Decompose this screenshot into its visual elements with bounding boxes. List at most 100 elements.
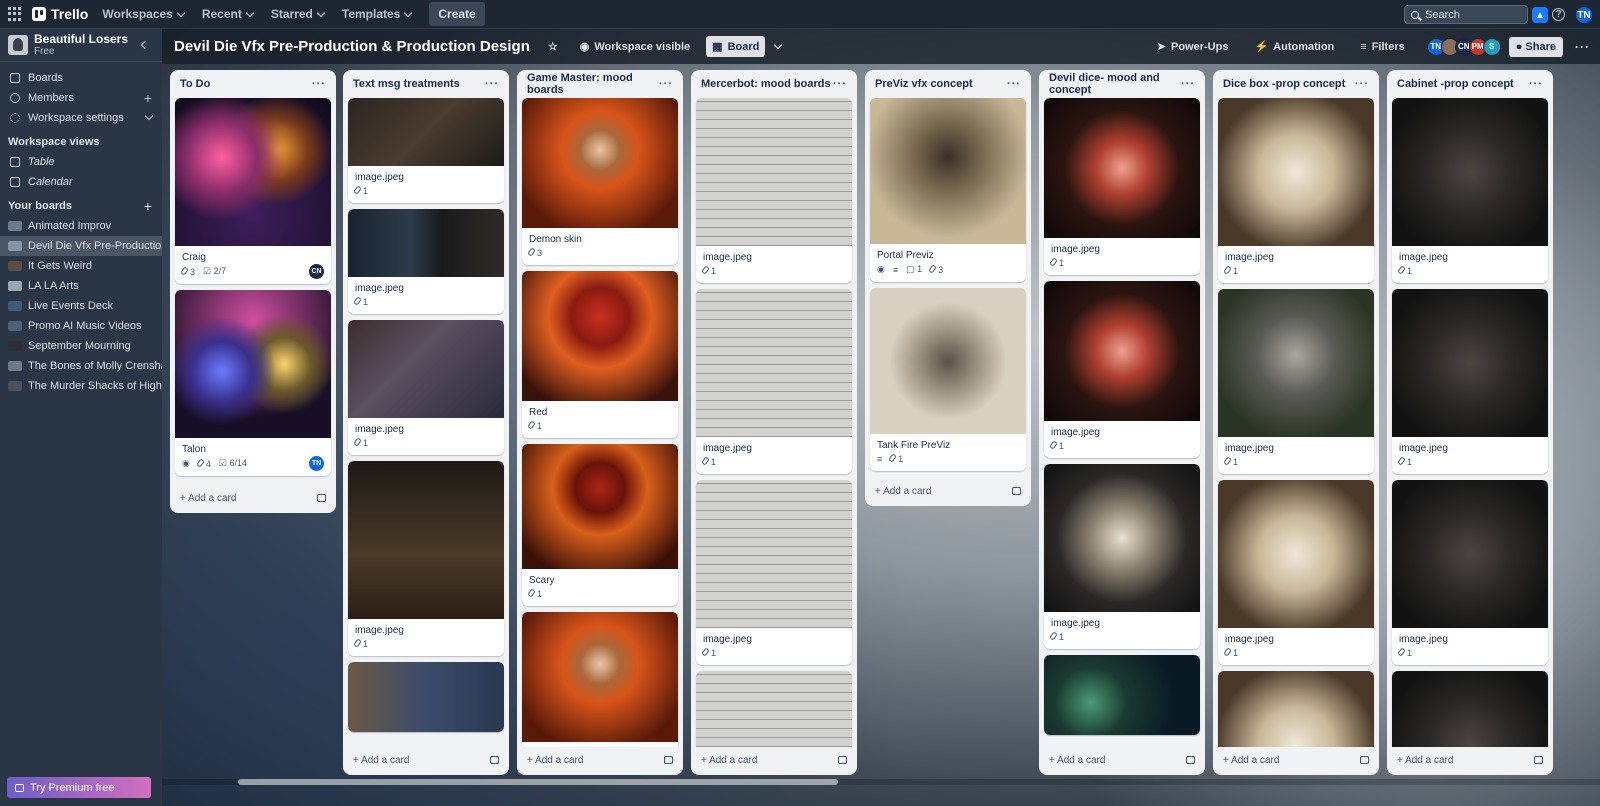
list-menu-icon[interactable]: ···: [833, 78, 847, 90]
sidebar-board-item[interactable]: LA LA Arts: [0, 276, 162, 296]
board-title[interactable]: Devil Die Vfx Pre-Production & Productio…: [174, 38, 530, 55]
list-menu-icon[interactable]: ···: [1355, 78, 1369, 90]
card[interactable]: image.jpeg 1: [348, 98, 504, 203]
list-header[interactable]: Text msg treatments ···: [343, 70, 509, 98]
card[interactable]: [696, 671, 852, 747]
add-card-button[interactable]: + Add a card: [1213, 747, 1379, 773]
list-menu-icon[interactable]: ···: [659, 78, 673, 90]
more-menu-icon[interactable]: ···: [1575, 40, 1590, 54]
board-view-button[interactable]: ▦ Board: [706, 36, 766, 57]
sidebar-board-item[interactable]: Devil Die Vfx Pre-Production &...: [0, 236, 162, 256]
add-card-button[interactable]: + Add a card: [170, 485, 336, 511]
card[interactable]: image.jpeg 1: [1392, 480, 1548, 665]
sidebar-board-item[interactable]: Live Events Deck: [0, 296, 162, 316]
card-member-avatar[interactable]: TN: [309, 456, 324, 471]
sidebar-board-item[interactable]: September Mourning: [0, 336, 162, 356]
recent-menu[interactable]: Recent: [202, 7, 255, 21]
star-board-button[interactable]: ☆: [542, 36, 564, 57]
card[interactable]: image.jpeg 1: [696, 98, 852, 283]
workspaces-menu[interactable]: Workspaces: [102, 7, 186, 21]
list-header[interactable]: PreViz vfx concept ···: [865, 70, 1031, 98]
trello-logo[interactable]: Trello: [32, 6, 88, 22]
create-button[interactable]: Create: [429, 2, 485, 26]
card-template-icon[interactable]: [490, 756, 499, 764]
list-menu-icon[interactable]: ···: [1529, 78, 1543, 90]
list-header[interactable]: Game Master: mood boards ···: [517, 70, 683, 98]
list-title[interactable]: Dice box -prop concept: [1223, 78, 1345, 90]
sidebar-view-calendar[interactable]: Calendar: [0, 172, 162, 192]
card[interactable]: image.jpeg 1: [1044, 98, 1200, 275]
card[interactable]: image.jpeg 1: [348, 320, 504, 455]
visibility-button[interactable]: ◉ Workspace visible: [574, 36, 696, 57]
sidebar-board-item[interactable]: The Murder Shacks of Highway...: [0, 376, 162, 396]
list-header[interactable]: Devil dice- mood and concept ···: [1039, 70, 1205, 98]
list-title[interactable]: Devil dice- mood and concept: [1049, 72, 1181, 96]
list-title[interactable]: PreViz vfx concept: [875, 78, 973, 90]
starred-menu[interactable]: Starred: [271, 7, 326, 21]
list-menu-icon[interactable]: ···: [1181, 78, 1195, 90]
card[interactable]: image.jpeg 1: [1218, 289, 1374, 474]
add-card-button[interactable]: + Add a card: [865, 478, 1031, 504]
card[interactable]: image.jpeg 1: [1392, 289, 1548, 474]
list-title[interactable]: Game Master: mood boards: [527, 72, 659, 96]
add-member-icon[interactable]: +: [144, 90, 152, 106]
card[interactable]: image.jpeg 1: [348, 209, 504, 314]
card[interactable]: Evil eyes: [522, 612, 678, 747]
card[interactable]: Craig 3 ☑ 2/7 CN: [175, 98, 331, 284]
list-title[interactable]: Cabinet -prop concept: [1397, 78, 1514, 90]
card[interactable]: image.jpeg 1: [1218, 98, 1374, 283]
automation-button[interactable]: ⚡ Automation: [1248, 36, 1340, 57]
card[interactable]: image.jpeg 1: [1392, 98, 1548, 283]
card[interactable]: [1218, 671, 1374, 747]
card[interactable]: [348, 662, 504, 732]
card-template-icon[interactable]: [1012, 487, 1021, 495]
list-title[interactable]: To Do: [180, 78, 210, 90]
search-input[interactable]: [1425, 8, 1515, 21]
templates-menu[interactable]: Templates: [342, 7, 413, 21]
card[interactable]: Tank Fire PreViz ≡ 1: [870, 288, 1026, 471]
share-button[interactable]: ● Share: [1508, 36, 1563, 57]
sidebar-board-item[interactable]: The Bones of Molly Crenshaw: [0, 356, 162, 376]
sidebar-board-item[interactable]: It Gets Weird: [0, 256, 162, 276]
add-card-button[interactable]: + Add a card: [343, 747, 509, 773]
horizontal-scrollbar-thumb[interactable]: [238, 779, 838, 785]
add-card-button[interactable]: + Add a card: [691, 747, 857, 773]
sidebar-view-table[interactable]: Table: [0, 152, 162, 172]
member-avatar[interactable]: S: [1482, 37, 1501, 56]
sidebar-item-boards[interactable]: Boards: [0, 68, 162, 88]
workspace-header[interactable]: Beautiful Losers Free: [0, 29, 162, 62]
card[interactable]: image.jpeg 1: [1218, 480, 1374, 665]
add-card-button[interactable]: + Add a card: [1039, 747, 1205, 773]
card-template-icon[interactable]: [664, 756, 673, 764]
list-menu-icon[interactable]: ···: [485, 78, 499, 90]
card[interactable]: image.jpeg 1: [1044, 464, 1200, 649]
search-box[interactable]: [1404, 5, 1528, 24]
card-member-avatar[interactable]: CN: [309, 264, 324, 279]
list-title[interactable]: Text msg treatments: [353, 78, 460, 90]
list-header[interactable]: To Do ···: [170, 70, 336, 98]
card-template-icon[interactable]: [1534, 756, 1543, 764]
list-menu-icon[interactable]: ···: [312, 78, 326, 90]
card-template-icon[interactable]: [1360, 756, 1369, 764]
add-card-button[interactable]: + Add a card: [1387, 747, 1553, 773]
try-premium-button[interactable]: Try Premium free: [7, 777, 151, 798]
list-header[interactable]: Dice box -prop concept ···: [1213, 70, 1379, 98]
list-title[interactable]: Mercerbot: mood boards: [701, 78, 831, 90]
add-board-icon[interactable]: +: [144, 198, 152, 214]
sidebar-board-item[interactable]: Promo AI Music Videos: [0, 316, 162, 336]
add-card-button[interactable]: + Add a card: [517, 747, 683, 773]
collapse-sidebar-icon[interactable]: [140, 40, 150, 50]
card[interactable]: image.jpeg 1: [696, 480, 852, 665]
user-avatar[interactable]: TN: [1576, 7, 1592, 23]
sidebar-board-item[interactable]: Animated Improv: [0, 216, 162, 236]
card[interactable]: image.jpeg 1: [348, 461, 504, 656]
card[interactable]: image.jpeg 1: [1044, 281, 1200, 458]
list-header[interactable]: Cabinet -prop concept ···: [1387, 70, 1553, 98]
card-template-icon[interactable]: [838, 756, 847, 764]
card[interactable]: image.jpeg 1: [696, 289, 852, 474]
card[interactable]: Scary 1: [522, 444, 678, 606]
card[interactable]: Red 1: [522, 271, 678, 438]
card[interactable]: [1392, 671, 1548, 747]
sidebar-item-members[interactable]: Members +: [0, 88, 162, 108]
power-ups-button[interactable]: ➤ Power-Ups: [1151, 36, 1235, 57]
